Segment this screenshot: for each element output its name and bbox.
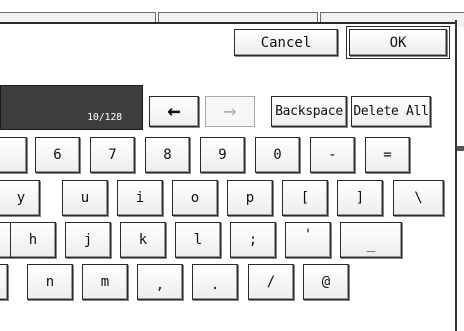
backspace-button[interactable]: Backspace xyxy=(271,96,347,127)
key-apostrophe[interactable]: ' xyxy=(285,222,331,258)
panel-right-border xyxy=(455,20,457,331)
key-h-label: h xyxy=(28,232,38,248)
key-backslash-label: \ xyxy=(414,190,423,206)
right-arrow-icon: → xyxy=(223,98,237,124)
text-display-field[interactable]: 10/128 xyxy=(0,85,143,130)
key-8-label: 8 xyxy=(163,147,172,163)
key-at-label: @ xyxy=(321,274,331,290)
key-underscore[interactable]: _ xyxy=(340,222,402,258)
key-m[interactable]: m xyxy=(82,264,128,300)
key-o[interactable]: o xyxy=(172,180,218,216)
key-n-label: n xyxy=(45,274,55,290)
key-o-label: o xyxy=(190,190,200,206)
text-entry-dialog: Cancel OK 10/128 ← → Backspace Delete Al… xyxy=(0,0,464,331)
key-9[interactable]: 9 xyxy=(200,137,245,173)
key-semicolon-label: ; xyxy=(248,232,258,248)
key-p-label: p xyxy=(245,190,255,206)
key-backslash[interactable]: \ xyxy=(393,180,444,216)
key-8[interactable]: 8 xyxy=(145,137,190,173)
key-at[interactable]: @ xyxy=(303,264,349,300)
delete-all-button[interactable]: Delete All xyxy=(351,96,431,127)
key-u-label: u xyxy=(80,190,90,206)
key-k-label: k xyxy=(138,232,148,248)
key-p[interactable]: p xyxy=(227,180,273,216)
key-right-bracket[interactable]: ] xyxy=(337,180,383,216)
key-period-label: . xyxy=(210,277,220,293)
key-j[interactable]: j xyxy=(65,222,111,258)
key-7[interactable]: 7 xyxy=(90,137,135,173)
key-7-label: 7 xyxy=(108,147,117,163)
delete-all-button-label: Delete All xyxy=(353,104,429,119)
key-comma-label: , xyxy=(155,277,165,293)
character-counter: 10/128 xyxy=(87,112,122,123)
key-slash-label: / xyxy=(266,274,276,290)
backspace-button-label: Backspace xyxy=(275,104,343,119)
cancel-button-label: Cancel xyxy=(260,34,312,51)
key-partial-number[interactable] xyxy=(0,137,27,173)
key-m-label: m xyxy=(100,274,110,290)
key-i[interactable]: i xyxy=(117,180,163,216)
key-u[interactable]: u xyxy=(62,180,108,216)
key-minus[interactable]: - xyxy=(310,137,355,173)
key-underscore-label: _ xyxy=(366,236,376,252)
key-n[interactable]: n xyxy=(27,264,73,300)
cancel-button[interactable]: Cancel xyxy=(234,29,338,56)
panel-edge-notch xyxy=(457,146,464,151)
key-left-bracket[interactable]: [ xyxy=(282,180,328,216)
key-9-label: 9 xyxy=(218,147,227,163)
key-y-label: y xyxy=(16,190,26,206)
key-apostrophe-label: ' xyxy=(303,227,313,243)
key-right-bracket-label: ] xyxy=(355,190,365,206)
key-equals-label: = xyxy=(383,147,392,163)
top-tab-strip xyxy=(0,0,464,27)
cursor-right-button[interactable]: → xyxy=(205,96,255,127)
cursor-left-button[interactable]: ← xyxy=(149,96,199,127)
key-slash[interactable]: / xyxy=(248,264,294,300)
key-comma[interactable]: , xyxy=(137,264,183,300)
key-period[interactable]: . xyxy=(192,264,238,300)
key-6-label: 6 xyxy=(53,147,62,163)
key-h[interactable]: h xyxy=(10,222,56,258)
key-partial-b[interactable] xyxy=(0,264,8,300)
key-k[interactable]: k xyxy=(120,222,166,258)
key-j-label: j xyxy=(83,232,93,248)
key-semicolon[interactable]: ; xyxy=(230,222,276,258)
key-l-label: l xyxy=(193,232,203,248)
key-i-label: i xyxy=(135,190,145,206)
left-arrow-icon: ← xyxy=(167,98,181,124)
key-minus-label: - xyxy=(328,147,337,163)
key-equals[interactable]: = xyxy=(365,137,410,173)
key-0[interactable]: 0 xyxy=(255,137,300,173)
key-y[interactable]: y xyxy=(0,180,40,216)
ok-button-label: OK xyxy=(389,34,407,51)
key-0-label: 0 xyxy=(273,147,282,163)
key-left-bracket-label: [ xyxy=(300,190,310,206)
ok-button[interactable]: OK xyxy=(346,26,450,59)
key-l[interactable]: l xyxy=(175,222,221,258)
key-6[interactable]: 6 xyxy=(35,137,80,173)
